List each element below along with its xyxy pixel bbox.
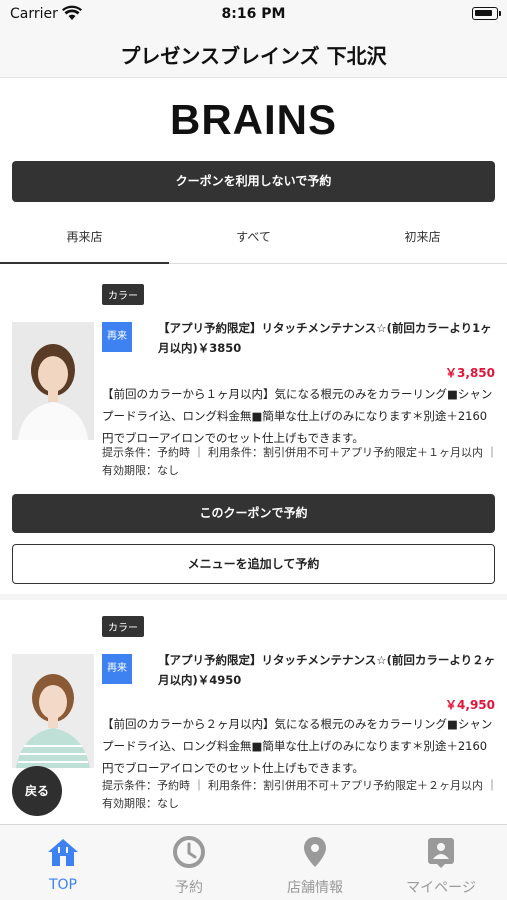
tab-first-visit[interactable]: 初来店 xyxy=(338,212,507,264)
home-icon xyxy=(48,839,78,866)
tab-bar-top-label: TOP xyxy=(48,877,77,893)
tab-bar-store-info-label: 店舗情報 xyxy=(287,880,343,896)
back-button-label: 戻る xyxy=(24,784,49,798)
tab-bar-my-page-label: マイページ xyxy=(406,880,476,896)
back-button[interactable]: 戻る xyxy=(12,766,62,816)
coupon-description: 【前回のカラーから２ヶ月以内】気になる根元のみをカラーリング■シャンプードライ込… xyxy=(102,717,493,775)
coupon-description: 【前回のカラーから１ヶ月以内】気になる根元のみをカラーリング■シャンプードライ込… xyxy=(102,387,493,445)
model-photo-illustration xyxy=(12,322,94,440)
repeat-visit-badge: 再来 xyxy=(102,322,132,352)
tab-bar-my-page[interactable]: マイページ xyxy=(378,825,504,900)
clock-time: 8:16 PM xyxy=(221,6,286,22)
tab-bar-reservation[interactable]: 予約 xyxy=(126,825,252,900)
coupon-name: 【アプリ予約限定】リタッチメンテナンス☆(前回カラーより1ヶ月以内)￥3850 xyxy=(158,321,492,355)
navigation-bar: プレゼンスブレインズ 下北沢 xyxy=(0,30,507,78)
tab-first-visit-label: 初来店 xyxy=(404,230,441,244)
reserve-without-coupon-button[interactable]: クーポンを利用しないで予約 xyxy=(12,161,495,202)
coupon-price: ￥3,850 xyxy=(445,366,495,380)
coupon-conditions: 提示条件：予約時 ｜ 利用条件：割引併用不可＋アプリ予約限定＋１ヶ月以内 ｜ 有… xyxy=(102,446,498,477)
tab-all[interactable]: すべて xyxy=(169,212,338,264)
coupon-photo xyxy=(12,322,94,440)
map-pin-icon xyxy=(304,837,326,867)
visit-type-tabs: 再来店 すべて 初来店 xyxy=(0,212,507,264)
status-bar: Carrier 8:16 PM xyxy=(0,0,507,30)
add-menu-reserve-button[interactable]: メニューを追加して予約 xyxy=(12,544,495,584)
tab-returning-label: 再来店 xyxy=(66,230,103,244)
tab-returning[interactable]: 再来店 xyxy=(0,212,169,264)
repeat-visit-badge: 再来 xyxy=(102,654,132,684)
reserve-with-coupon-label: このクーポンで予約 xyxy=(199,506,308,520)
coupon-conditions: 提示条件：予約時 ｜ 利用条件：割引併用不可＋アプリ予約限定＋２ヶ月以内 ｜ 有… xyxy=(102,779,498,810)
model-photo-illustration xyxy=(12,654,94,768)
add-menu-reserve-label: メニューを追加して予約 xyxy=(187,557,320,571)
tab-bar-top[interactable]: TOP xyxy=(0,825,126,900)
reserve-with-coupon-button[interactable]: このクーポンで予約 xyxy=(12,494,495,533)
tab-bar-reservation-label: 予約 xyxy=(175,880,203,896)
coupon-name: 【アプリ予約限定】リタッチメンテナンス☆(前回カラーより２ヶ月以内)￥4950 xyxy=(158,653,496,687)
bottom-tab-bar: TOP 予約 店舗情報 マイページ xyxy=(0,824,507,900)
tab-bar-store-info[interactable]: 店舗情報 xyxy=(252,825,378,900)
clock-icon xyxy=(173,836,205,868)
page-title: プレゼンスブレインズ 下北沢 xyxy=(120,44,387,68)
coupon-card: カラー 再来 【アプリ予約限定】リタッチメンテナンス☆(前回カラーより２ヶ月以内… xyxy=(0,600,507,824)
profile-badge-icon xyxy=(428,838,454,868)
coupon-price: ￥4,950 xyxy=(445,698,495,712)
category-tag: カラー xyxy=(102,284,144,305)
category-tag: カラー xyxy=(102,616,144,637)
brand-logo: BRAINS xyxy=(169,96,337,143)
reserve-without-coupon-label: クーポンを利用しないで予約 xyxy=(175,174,332,188)
battery-icon xyxy=(472,7,498,20)
coupon-photo xyxy=(12,654,94,768)
coupon-card: カラー 再来 【アプリ予約限定】リタッチメンテナンス☆(前回カラーより1ヶ月以内… xyxy=(0,264,507,600)
battery-cap xyxy=(499,11,501,16)
tab-all-label: すべて xyxy=(236,230,271,244)
